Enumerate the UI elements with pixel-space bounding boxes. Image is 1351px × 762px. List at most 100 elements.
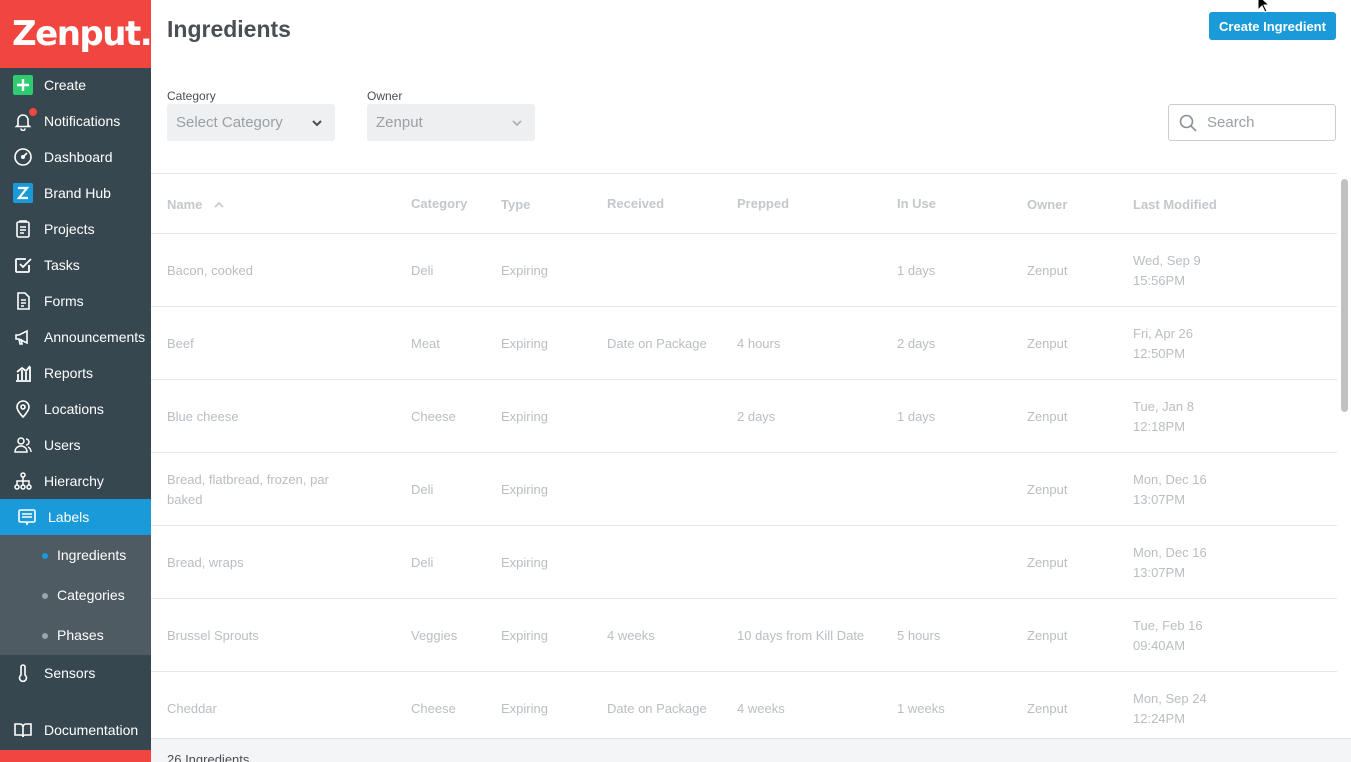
bar-chart-icon	[13, 363, 33, 383]
sidebar-item-notifications[interactable]: Notifications	[0, 103, 151, 139]
cell-name: Blue cheese	[167, 409, 239, 424]
cell-name: Bread, wraps	[167, 555, 244, 570]
sidebar-item-label: Labels	[48, 509, 90, 525]
logo[interactable]: Zenput.	[0, 0, 151, 68]
column-header-type[interactable]: Type	[501, 197, 530, 212]
owner-select[interactable]: Zenput	[367, 104, 535, 141]
table-row[interactable]: Bread, wraps Deli Expiring Zenput Mon, Dec 1…	[151, 525, 1337, 598]
sidebar-bottom-item[interactable]	[0, 750, 151, 762]
sidebar-item-label: Forms	[44, 293, 84, 309]
column-header-category[interactable]: Category	[411, 196, 467, 211]
mouse-cursor-icon	[1257, 0, 1271, 13]
cell-last-modified: Tue, Jan 8 12:18PM	[1133, 397, 1273, 437]
table-row[interactable]: Brussel Sprouts Veggies Expiring 4 weeks 10 …	[151, 598, 1337, 671]
modified-time: 15:56PM	[1133, 273, 1186, 288]
cell-last-modified: Tue, Feb 16 09:40AM	[1133, 616, 1273, 656]
cell-type: Expiring	[501, 555, 548, 570]
sidebar-item-create[interactable]: Create	[0, 67, 151, 103]
sidebar-item-dashboard[interactable]: Dashboard	[0, 139, 151, 175]
sidebar-item-sensors[interactable]: Sensors	[0, 655, 151, 691]
owner-select-value: Zenput	[376, 114, 423, 131]
cell-in-use: 1 days	[897, 409, 936, 424]
cell-in-use: 1 days	[897, 263, 936, 278]
column-header-prepped[interactable]: Prepped	[737, 196, 789, 211]
sidebar-item-projects[interactable]: Projects	[0, 211, 151, 247]
cell-category: Cheese	[411, 701, 456, 716]
modified-time: 12:18PM	[1133, 419, 1186, 434]
sidebar-item-label: Hierarchy	[44, 473, 104, 489]
sidebar-item-tasks[interactable]: Tasks	[0, 247, 151, 283]
sidebar-item-locations[interactable]: Locations	[0, 391, 151, 427]
category-select-value: Select Category	[176, 114, 283, 131]
cell-name: Cheddar	[167, 701, 217, 716]
search-input[interactable]: Search	[1168, 104, 1336, 141]
sidebar-item-labels[interactable]: Labels	[0, 499, 151, 535]
sidebar-item-label: Announcements	[44, 329, 146, 345]
sidebar-item-announcements[interactable]: Announcements	[0, 319, 151, 355]
sidebar-item-label: Dashboard	[44, 149, 113, 165]
cell-in-use: 5 hours	[897, 628, 941, 643]
cell-category: Veggies	[411, 628, 458, 643]
speedometer-icon	[13, 147, 33, 167]
bullet-dot-icon	[42, 633, 48, 639]
table-row[interactable]: Bread, flatbread, frozen, par baked Deli E…	[151, 452, 1337, 525]
sidebar-subitem-label: Categories	[57, 587, 125, 603]
cell-last-modified: Mon, Dec 16 13:07PM	[1133, 543, 1273, 583]
column-header-in-use[interactable]: In Use	[897, 196, 936, 211]
sidebar-item-reports[interactable]: Reports	[0, 355, 151, 391]
cell-prepped: 4 weeks	[737, 701, 785, 716]
sidebar-item-documentation[interactable]: Documentation	[0, 712, 151, 748]
sidebar-item-forms[interactable]: Forms	[0, 283, 151, 319]
modified-time: 13:07PM	[1133, 565, 1186, 580]
sidebar-subitem-phases[interactable]: Phases	[0, 615, 151, 655]
form-icon	[13, 291, 33, 311]
app-window: Zenput. Create Notifications Dashboard B…	[0, 0, 1351, 762]
cell-type: Expiring	[501, 701, 548, 716]
table-row[interactable]: Cheddar Cheese Expiring Date on Package 4 we…	[151, 671, 1337, 738]
cell-received: 4 weeks	[607, 628, 655, 643]
table-row[interactable]: Bacon, cooked Deli Expiring 1 days Zenput Wed…	[151, 233, 1337, 306]
sidebar-item-label: Brand Hub	[44, 185, 111, 201]
modified-date: Fri, Apr 26	[1133, 326, 1193, 341]
brand-hub-z-icon	[13, 183, 33, 203]
modified-time: 13:07PM	[1133, 492, 1186, 507]
owner-filter-label: Owner	[367, 89, 403, 103]
sidebar-item-hierarchy[interactable]: Hierarchy	[0, 463, 151, 499]
column-header-name[interactable]: Name	[167, 197, 224, 212]
search-icon	[1179, 114, 1197, 137]
sidebar-subitem-label: Phases	[57, 627, 104, 643]
sidebar-item-label: Locations	[44, 401, 104, 417]
cell-name: Bacon, cooked	[167, 263, 254, 278]
table-row[interactable]: Beef Meat Expiring Date on Package 4 hours 2 …	[151, 306, 1337, 379]
cell-name: Bread, flatbread, frozen, par baked	[167, 472, 329, 507]
category-filter-label: Category	[167, 89, 216, 103]
sidebar-subitem-categories[interactable]: Categories	[0, 575, 151, 615]
sidebar-item-brand-hub[interactable]: Brand Hub	[0, 175, 151, 211]
scrollbar-thumb[interactable]	[1341, 179, 1348, 412]
sidebar-item-label: Tasks	[44, 257, 80, 273]
cell-owner: Zenput	[1027, 628, 1068, 643]
column-header-last-modified[interactable]: Last Modified	[1133, 197, 1217, 212]
cell-received: Date on Package	[607, 336, 707, 351]
category-select[interactable]: Select Category	[167, 104, 335, 141]
column-header-owner[interactable]: Owner	[1027, 197, 1067, 212]
bullet-dot-icon	[42, 593, 48, 599]
table-row[interactable]: Blue cheese Cheese Expiring 2 days 1 days Zen…	[151, 379, 1337, 452]
column-header-received[interactable]: Received	[607, 196, 664, 211]
sidebar-item-users[interactable]: Users	[0, 427, 151, 463]
cell-prepped: 2 days	[737, 409, 776, 424]
cell-category: Deli	[411, 555, 434, 570]
cell-last-modified: Fri, Apr 26 12:50PM	[1133, 324, 1273, 364]
sidebar: Zenput. Create Notifications Dashboard B…	[0, 0, 151, 762]
create-ingredient-button[interactable]: Create Ingredient	[1209, 12, 1336, 40]
sidebar-subitem-label: Ingredients	[57, 547, 127, 563]
cell-received: Date on Package	[607, 701, 707, 716]
sort-ascending-icon	[214, 201, 224, 208]
sidebar-subitem-ingredients[interactable]: Ingredients	[0, 535, 151, 575]
book-icon	[13, 720, 33, 740]
table-footer: 26 Ingredients	[151, 738, 1351, 762]
ingredient-count: 26 Ingredients	[167, 752, 250, 762]
cell-name: Beef	[167, 336, 194, 351]
sidebar-item-label: Sensors	[44, 665, 96, 681]
megaphone-icon	[13, 327, 33, 347]
